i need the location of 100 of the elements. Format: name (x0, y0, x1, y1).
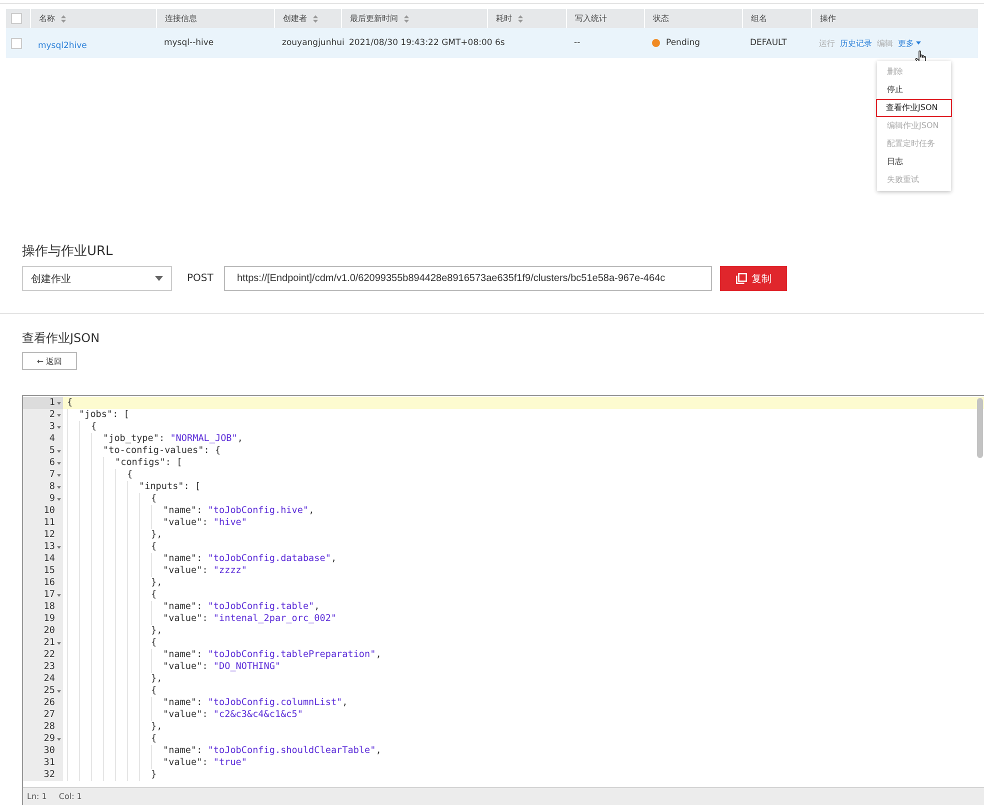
method-label: POST (187, 273, 214, 284)
code-line: "name": "toJobConfig.hive", (163, 505, 314, 516)
scrollbar[interactable] (977, 398, 983, 458)
code-line: } (151, 769, 157, 780)
line-number: 26 (44, 697, 55, 709)
code-line: "name": "toJobConfig.columnList", (163, 697, 348, 708)
line-number: 5 (49, 445, 55, 457)
fold-icon[interactable] (57, 426, 61, 428)
line-number: 12 (44, 529, 55, 541)
code-line: "value": "c2&c3&c4&c1&c5" (163, 709, 303, 720)
fold-icon[interactable] (57, 594, 61, 596)
cursor-column: Col: 1 (58, 792, 82, 801)
line-number: 4 (49, 433, 55, 445)
column-header: 状态 (653, 13, 669, 24)
sort-icon[interactable] (313, 14, 318, 22)
line-number: 18 (44, 601, 55, 613)
code-line: "name": "toJobConfig.database", (163, 553, 337, 564)
column-header: 最后更新时间 (350, 13, 398, 24)
column-header: 组名 (751, 13, 767, 24)
row-checkbox[interactable] (11, 38, 22, 48)
column-header: 耗时 (496, 13, 512, 24)
line-number: 27 (44, 709, 55, 721)
menu-item[interactable]: 停止 (877, 81, 951, 99)
code-line: }, (151, 577, 162, 588)
code-line: }, (151, 673, 162, 684)
select-all-checkbox[interactable] (11, 13, 22, 24)
line-number: 15 (44, 565, 55, 577)
back-button[interactable]: ← 返回 (22, 352, 77, 370)
line-number: 21 (44, 637, 55, 649)
line-number: 16 (44, 577, 55, 589)
fold-icon[interactable] (57, 474, 61, 476)
column-header: 创建者 (283, 13, 307, 24)
fold-icon[interactable] (57, 486, 61, 488)
column-header: 连接信息 (165, 13, 197, 24)
status-text: Pending (666, 38, 700, 48)
code-line: { (127, 469, 133, 480)
code-line: { (91, 421, 97, 432)
fold-icon[interactable] (57, 414, 61, 416)
column-header: 操作 (820, 13, 836, 24)
line-number: 11 (44, 517, 55, 529)
code-line: "name": "toJobConfig.table", (163, 601, 320, 612)
operation-select[interactable]: 创建作业 (22, 266, 172, 291)
fold-icon[interactable] (57, 546, 61, 548)
fold-icon[interactable] (57, 738, 61, 740)
table-cell: mysql--hive (164, 38, 214, 48)
code-line: { (151, 637, 157, 648)
code-line: }, (151, 721, 162, 732)
fold-icon[interactable] (57, 642, 61, 644)
more-link[interactable]: 更多 (898, 38, 914, 48)
line-number: 6 (49, 457, 55, 469)
code-line: { (151, 541, 157, 552)
fold-icon[interactable] (57, 402, 61, 404)
line-number: 30 (44, 745, 55, 757)
line-number: 20 (44, 625, 55, 637)
fold-icon[interactable] (57, 462, 61, 464)
code-line: "value": "intenal_2par_orc_002" (163, 613, 337, 624)
code-line: { (151, 493, 157, 504)
line-number: 24 (44, 673, 55, 685)
caret-icon (916, 41, 921, 45)
table-cell: 6s (495, 38, 505, 48)
code-line: "value": "true" (163, 757, 247, 768)
line-number: 32 (44, 769, 55, 781)
code-line: { (151, 685, 157, 696)
fold-icon[interactable] (57, 690, 61, 692)
column-header: 名称 (39, 13, 55, 24)
action-link[interactable]: 历史记录 (840, 38, 872, 48)
code-line: "value": "hive" (163, 517, 247, 528)
url-field[interactable]: https://[Endpoint]/cdm/v1.0/62099355b894428e8916573ae635f1f9/clusters/bc51e58a-967e-464c (224, 266, 712, 291)
fold-icon[interactable] (57, 498, 61, 500)
copy-button[interactable]: 复制 (720, 266, 787, 291)
fold-icon[interactable] (57, 450, 61, 452)
code-line: "configs": [ (115, 457, 182, 468)
code-line: { (67, 397, 73, 408)
line-number: 19 (44, 613, 55, 625)
line-number: 13 (44, 541, 55, 553)
section-title: 查看作业JSON (22, 330, 101, 347)
code-line: "name": "toJobConfig.tablePreparation", (163, 649, 382, 660)
column-header: 写入统计 (575, 13, 607, 24)
menu-item[interactable]: 查看作业JSON (876, 99, 952, 117)
caret-icon (155, 276, 163, 281)
sort-icon[interactable] (518, 14, 523, 22)
code-line: "job_type": "NORMAL_JOB", (103, 433, 243, 444)
code-line: "to-config-values": { (103, 445, 221, 456)
code-line: "name": "toJobConfig.shouldClearTable", (163, 745, 382, 756)
pending-icon (652, 39, 660, 47)
copy-icon (736, 273, 746, 284)
code-line: "value": "zzzz" (163, 565, 247, 576)
code-line: "value": "DO_NOTHING" (163, 661, 281, 672)
sort-icon[interactable] (404, 14, 409, 22)
line-number: 8 (49, 481, 55, 493)
job-name-link[interactable]: mysql2hive (38, 41, 87, 51)
line-number: 22 (44, 649, 55, 661)
line-number: 29 (44, 733, 55, 745)
line-number: 9 (49, 493, 55, 505)
code-line: }, (151, 529, 162, 540)
code-line: }, (151, 625, 162, 636)
line-number: 25 (44, 685, 55, 697)
menu-item[interactable]: 日志 (877, 153, 951, 171)
sort-icon[interactable] (61, 14, 66, 22)
table-cell: DEFAULT (750, 38, 787, 48)
